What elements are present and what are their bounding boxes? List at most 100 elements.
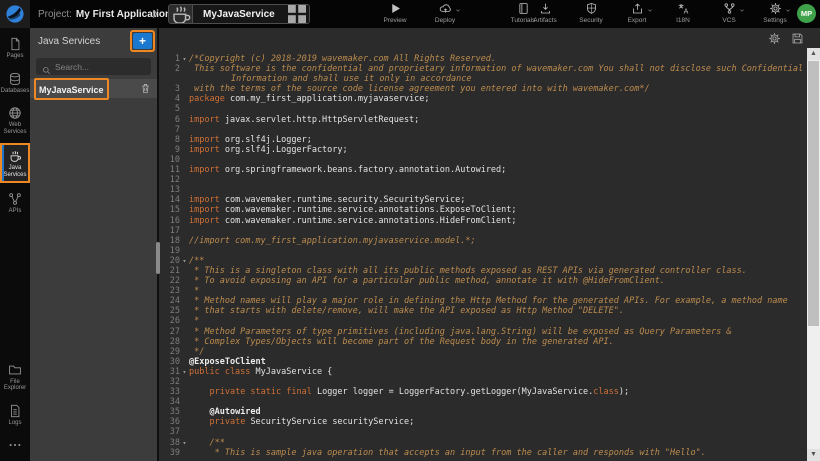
fold-marker-icon[interactable]: ▾ xyxy=(180,367,189,377)
toolbar-item-label: Preview xyxy=(383,17,406,24)
line-number: 11 xyxy=(159,165,180,175)
editor-scrollbar[interactable]: ▲ ▼ xyxy=(807,48,820,461)
sidebar-item-web-services[interactable]: Web Services xyxy=(0,102,30,138)
code-line[interactable]: 6import javax.servlet.http.HttpServletRe… xyxy=(159,115,807,125)
open-service-tab[interactable]: MyJavaService xyxy=(168,4,310,24)
toolbar-item-i18n[interactable]: AI18N xyxy=(666,2,700,24)
code-line[interactable]: 25 * that starts with delete/remove, wil… xyxy=(159,306,807,316)
service-search-input[interactable] xyxy=(55,62,135,72)
code-line[interactable]: 8import org.slf4j.Logger; xyxy=(159,135,807,145)
editor-settings-button[interactable] xyxy=(768,32,781,50)
fold-gutter xyxy=(180,276,189,286)
wavemaker-logo-icon[interactable] xyxy=(0,0,30,28)
java-services-panel: Java Services + MyJavaService xyxy=(30,28,157,461)
code-text: import org.slf4j.LoggerFactory; xyxy=(189,145,807,155)
code-line[interactable]: 33 private static final Logger logger = … xyxy=(159,387,807,397)
fold-gutter xyxy=(180,296,189,306)
toolbar-item-settings[interactable]: Settings xyxy=(758,2,792,24)
caret-down-icon xyxy=(647,8,653,13)
toolbar-item-preview[interactable]: Preview xyxy=(378,2,412,24)
code-line[interactable]: 15import com.wavemaker.runtime.service.a… xyxy=(159,205,807,215)
service-list-item[interactable]: MyJavaService xyxy=(30,79,157,98)
scrollbar-thumb[interactable] xyxy=(808,61,819,326)
code-line[interactable]: 14import com.wavemaker.runtime.security.… xyxy=(159,195,807,205)
code-line[interactable]: 5 xyxy=(159,104,807,114)
code-line[interactable]: 24 * Method names will play a major role… xyxy=(159,296,807,306)
code-line[interactable]: 39 * This is sample java operation that … xyxy=(159,448,807,458)
fold-marker-icon[interactable]: ▾ xyxy=(180,54,189,64)
code-line[interactable]: 35 @Autowired xyxy=(159,407,807,417)
code-line[interactable]: 37 xyxy=(159,427,807,437)
code-line[interactable]: 7 xyxy=(159,125,807,135)
sidebar-item-more[interactable] xyxy=(0,434,30,455)
code-line[interactable]: 34 xyxy=(159,397,807,407)
code-line[interactable]: 2 This software is the confidential and … xyxy=(159,64,807,84)
code-line[interactable]: 30@ExposeToClient xyxy=(159,357,807,367)
fold-gutter xyxy=(180,64,189,84)
code-text: @ExposeToClient xyxy=(189,357,807,367)
panel-resize-handle[interactable] xyxy=(156,242,160,274)
scroll-down-button[interactable]: ▼ xyxy=(807,449,820,461)
code-line[interactable]: 10 xyxy=(159,155,807,165)
code-line[interactable]: 27 * Method Parameters of type primitive… xyxy=(159,327,807,337)
code-line[interactable]: 9import org.slf4j.LoggerFactory; xyxy=(159,145,807,155)
line-number: 38 xyxy=(159,438,180,448)
line-number: 4 xyxy=(159,94,180,104)
code-line[interactable]: 23 * xyxy=(159,286,807,296)
code-line[interactable]: 38▾ /** xyxy=(159,438,807,448)
code-line[interactable]: 26 * xyxy=(159,316,807,326)
sidebar-item-java-services[interactable]: Java Services xyxy=(0,143,30,183)
code-line[interactable]: 29 */ xyxy=(159,347,807,357)
line-number: 39 xyxy=(159,448,180,458)
service-search-box[interactable] xyxy=(36,58,151,75)
fold-marker-icon[interactable]: ▾ xyxy=(180,256,189,266)
trash-icon[interactable] xyxy=(140,83,151,94)
code-line[interactable]: 22 * To avoid exposing an API for a part… xyxy=(159,276,807,286)
code-line[interactable]: 16import com.wavemaker.runtime.service.a… xyxy=(159,216,807,226)
toolbar-item-security[interactable]: Security xyxy=(574,2,608,24)
caret-down-icon xyxy=(455,8,461,13)
user-avatar[interactable]: MP xyxy=(797,4,816,23)
code-editor[interactable]: 1▾/*Copyright (c) 2018-2019 wavemaker.co… xyxy=(159,28,820,461)
add-service-button[interactable]: + xyxy=(133,33,152,49)
code-line[interactable]: 31▾public class MyJavaService { xyxy=(159,367,807,377)
code-line[interactable]: 13 xyxy=(159,185,807,195)
code-line[interactable]: 3 with the terms of the source code lice… xyxy=(159,84,807,94)
toolbar-item-vcs[interactable]: VCS xyxy=(712,2,746,24)
code-area[interactable]: 1▾/*Copyright (c) 2018-2019 wavemaker.co… xyxy=(159,54,807,461)
sidebar-item-file-explorer[interactable]: File Explorer xyxy=(0,359,30,395)
code-line[interactable]: 36 private SecurityService securityServi… xyxy=(159,417,807,427)
toolbar-item-artifacts[interactable]: Artifacts xyxy=(528,2,562,24)
code-line[interactable]: 21 * This is a singleton class with all … xyxy=(159,266,807,276)
code-line[interactable]: 19 xyxy=(159,246,807,256)
save-button[interactable] xyxy=(791,32,804,50)
service-tab-label: MyJavaService xyxy=(193,9,285,20)
download-icon xyxy=(539,2,552,15)
sidebar-item-databases[interactable]: Databases xyxy=(0,68,30,98)
sidebar-item-pages[interactable]: Pages xyxy=(0,33,30,63)
line-number: 16 xyxy=(159,216,180,226)
scroll-up-button[interactable]: ▲ xyxy=(807,48,820,60)
code-line[interactable]: 20▾/** xyxy=(159,256,807,266)
code-line[interactable]: 11import org.springframework.beans.facto… xyxy=(159,165,807,175)
code-text: This software is the confidential and pr… xyxy=(189,64,807,84)
code-line[interactable]: 1▾/*Copyright (c) 2018-2019 wavemaker.co… xyxy=(159,54,807,64)
code-text: * Method names will play a major role in… xyxy=(189,296,807,306)
fold-marker-icon[interactable]: ▾ xyxy=(180,438,189,448)
sidebar-item-logs[interactable]: Logs xyxy=(0,400,30,430)
toolbar-item-export[interactable]: Export xyxy=(620,2,654,24)
sidebar-item-apis[interactable]: APIs xyxy=(0,188,30,218)
toolbar-item-deploy[interactable]: Deploy xyxy=(428,2,462,24)
code-line[interactable]: 17 xyxy=(159,226,807,236)
grid-icon[interactable] xyxy=(285,5,309,23)
code-line[interactable]: 4package com.my_first_application.myjava… xyxy=(159,94,807,104)
code-line[interactable]: 18//import com.my_first_application.myja… xyxy=(159,236,807,246)
code-line[interactable]: 12 xyxy=(159,175,807,185)
code-line[interactable]: 32 xyxy=(159,377,807,387)
line-number: 32 xyxy=(159,377,180,387)
code-line[interactable]: 28 * Complex Types/Objects will become p… xyxy=(159,337,807,347)
code-text xyxy=(189,175,807,185)
page-icon xyxy=(8,37,22,51)
fold-gutter xyxy=(180,84,189,94)
line-number: 35 xyxy=(159,407,180,417)
